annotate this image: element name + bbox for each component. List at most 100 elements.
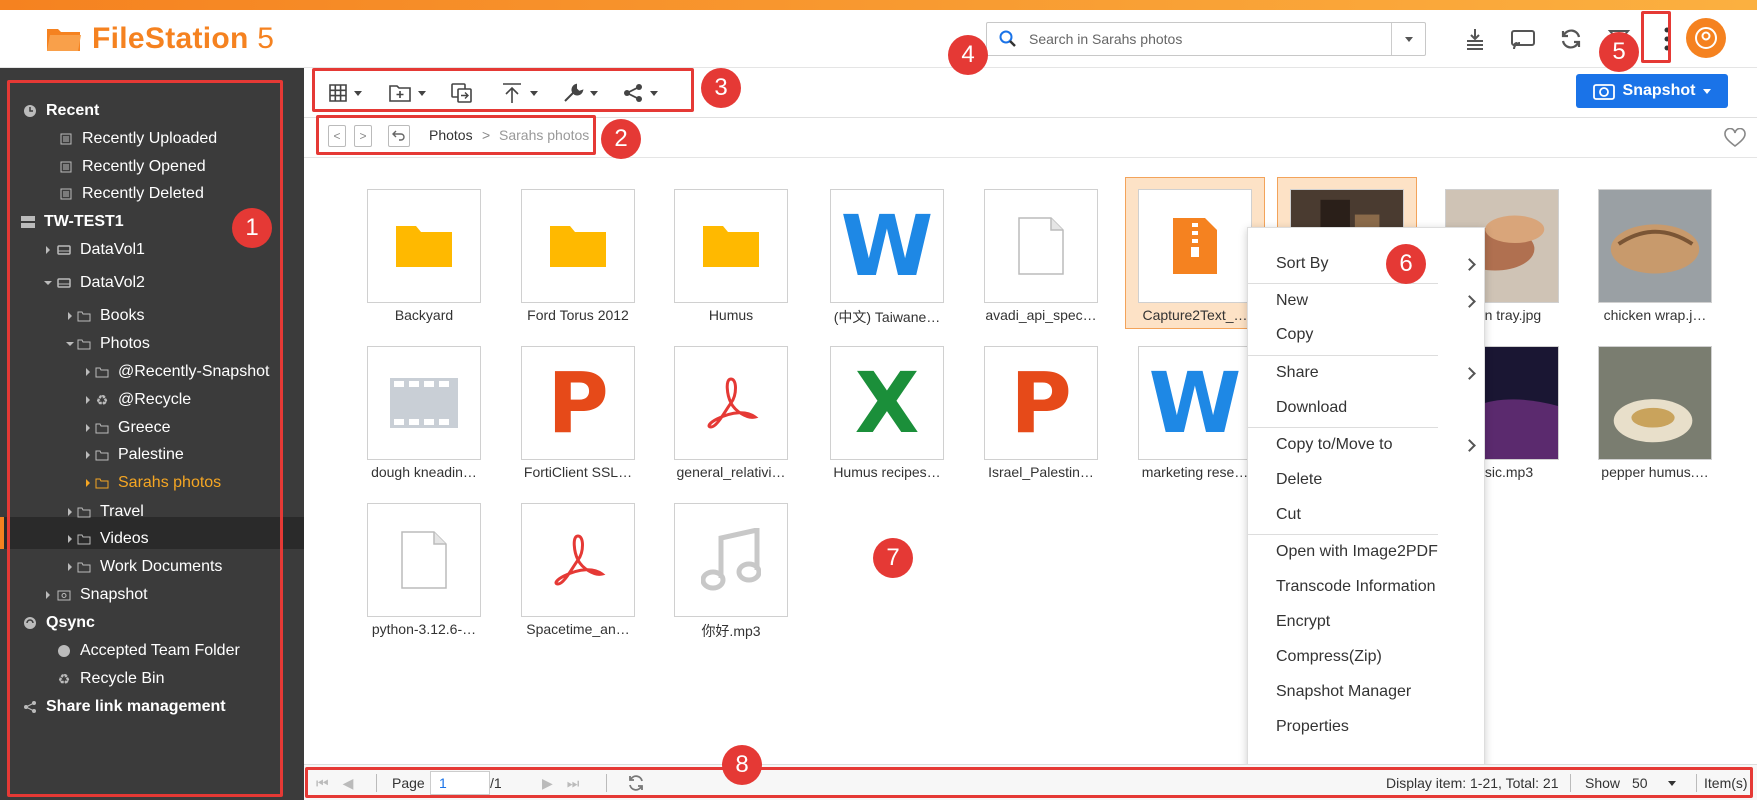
search-box[interactable]: Search in Sarahs photos	[986, 22, 1426, 56]
favorite-heart-icon[interactable]	[1724, 128, 1746, 148]
search-icon	[999, 30, 1016, 47]
file-thumbnail	[984, 189, 1098, 303]
callout-badge-5: 5	[1599, 32, 1639, 72]
file-item[interactable]: python-3.12.6-…	[354, 503, 494, 637]
file-item[interactable]: chicken wrap.j…	[1585, 189, 1725, 323]
file-item[interactable]: X Humus recipes…	[817, 346, 957, 480]
camera-icon	[1592, 84, 1615, 100]
chevron-down-icon	[1404, 36, 1413, 42]
video-file-icon	[390, 378, 458, 428]
callout-badge-2: 2	[601, 119, 641, 159]
file-item[interactable]: Backyard	[354, 189, 494, 323]
menu-item-copy[interactable]: Copy	[1248, 320, 1486, 350]
callout-badge-4: 4	[948, 35, 988, 75]
file-thumbnail: W	[830, 189, 944, 303]
folder-icon	[550, 226, 606, 267]
powerpoint-icon: P	[1010, 354, 1072, 452]
app-header: FileStation 5 Search in Sarahs photos	[0, 10, 1757, 68]
file-thumbnail	[674, 346, 788, 460]
file-name: general_relativi…	[676, 464, 786, 480]
chevron-right-icon	[1463, 294, 1476, 308]
top-accent-stripe	[0, 0, 1757, 10]
callout-badge-7: 7	[873, 538, 913, 578]
menu-item-open-with-image2pdf[interactable]: Open with Image2PDF	[1248, 537, 1486, 567]
chevron-down-icon	[1703, 88, 1712, 94]
search-input[interactable]: Search in Sarahs photos	[1029, 31, 1391, 47]
menu-item-download[interactable]: Download	[1248, 393, 1486, 423]
file-thumbnail	[367, 346, 481, 460]
word-doc-icon: W	[840, 197, 934, 295]
upload-queue-button[interactable]	[1458, 22, 1492, 56]
file-thumbnail	[521, 189, 635, 303]
file-item[interactable]: avadi_api_spec…	[971, 189, 1111, 323]
chevron-right-icon	[1463, 366, 1476, 380]
chevron-right-icon	[1463, 257, 1476, 271]
menu-item-encrypt[interactable]: Encrypt	[1248, 607, 1486, 637]
menu-separator	[1248, 534, 1438, 535]
file-name: python-3.12.6-…	[371, 621, 477, 637]
file-item-selected[interactable]: Capture2Text_…	[1125, 177, 1265, 329]
chevron-right-icon	[1463, 438, 1476, 452]
user-avatar[interactable]	[1686, 18, 1726, 58]
photo-thumbnail	[1598, 346, 1712, 460]
refresh-button[interactable]	[1554, 22, 1588, 56]
menu-item-share[interactable]: Share	[1248, 358, 1486, 388]
menu-separator	[1248, 427, 1438, 428]
file-item[interactable]: Humus	[661, 189, 801, 323]
music-note-icon	[701, 528, 761, 591]
file-thumbnail: W	[1138, 346, 1252, 460]
snapshot-button[interactable]: Snapshot	[1576, 74, 1728, 108]
photo-thumbnail	[1598, 189, 1712, 303]
file-item[interactable]: pepper humus.…	[1585, 346, 1725, 480]
file-item[interactable]: dough kneadin…	[354, 346, 494, 480]
file-item[interactable]: 你好.mp3	[661, 503, 801, 641]
file-thumbnail: P	[984, 346, 1098, 460]
file-item[interactable]: W (中文) Taiwane…	[817, 189, 957, 327]
user-icon	[1695, 27, 1717, 49]
menu-item-delete[interactable]: Delete	[1248, 465, 1486, 495]
menu-item-properties[interactable]: Properties	[1248, 712, 1486, 742]
menu-item-transcode-information[interactable]: Transcode Information	[1248, 572, 1486, 602]
file-thumbnail	[674, 189, 788, 303]
menu-item-snapshot-manager[interactable]: Snapshot Manager	[1248, 677, 1486, 707]
file-item[interactable]: P Israel_Palestin…	[971, 346, 1111, 480]
menu-item-new[interactable]: New	[1248, 286, 1486, 316]
callout-badge-3: 3	[701, 68, 741, 108]
callout-box-breadcrumb	[316, 115, 596, 155]
file-item[interactable]: general_relativi…	[661, 346, 801, 480]
app-name: FileStation 5	[92, 22, 275, 55]
callout-box-statusbar	[305, 767, 1753, 798]
file-name: Capture2Text_…	[1142, 307, 1248, 323]
zip-file-icon	[1173, 218, 1217, 274]
app-logo: FileStation 5	[46, 22, 274, 56]
file-name: Spacetime_an…	[526, 621, 630, 637]
callout-box-more-menu	[1641, 11, 1671, 63]
search-options-button[interactable]	[1391, 23, 1425, 55]
file-name: Backyard	[394, 307, 454, 323]
menu-item-copy-move[interactable]: Copy to/Move to	[1248, 430, 1486, 460]
menu-item-cut[interactable]: Cut	[1248, 500, 1486, 530]
file-thumbnail	[1138, 189, 1252, 303]
file-item[interactable]: Spacetime_an…	[508, 503, 648, 637]
context-menu: Sort By New Copy Share Download Copy to/…	[1247, 227, 1485, 772]
menu-item-compress-zip[interactable]: Compress(Zip)	[1248, 642, 1486, 672]
cast-button[interactable]	[1506, 22, 1540, 56]
file-name: pepper humus.…	[1601, 464, 1709, 480]
file-item[interactable]: W marketing rese…	[1125, 346, 1265, 480]
excel-icon: X	[854, 354, 920, 452]
generic-file-icon	[401, 531, 447, 589]
file-name: avadi_api_spec…	[985, 307, 1097, 323]
file-thumbnail	[521, 503, 635, 617]
pdf-icon	[707, 377, 759, 429]
callout-badge-8: 8	[722, 745, 762, 785]
cast-icon	[1511, 30, 1535, 50]
menu-separator	[1248, 355, 1438, 356]
word-doc-icon: W	[1148, 354, 1242, 452]
pdf-icon	[554, 534, 606, 586]
powerpoint-icon: P	[547, 354, 609, 452]
menu-item-sort-by[interactable]: Sort By	[1248, 249, 1486, 279]
file-item[interactable]: P FortiClient SSL…	[508, 346, 648, 480]
file-item[interactable]: Ford Torus 2012	[508, 189, 648, 323]
file-thumbnail: P	[521, 346, 635, 460]
photo-icon	[1599, 347, 1711, 459]
